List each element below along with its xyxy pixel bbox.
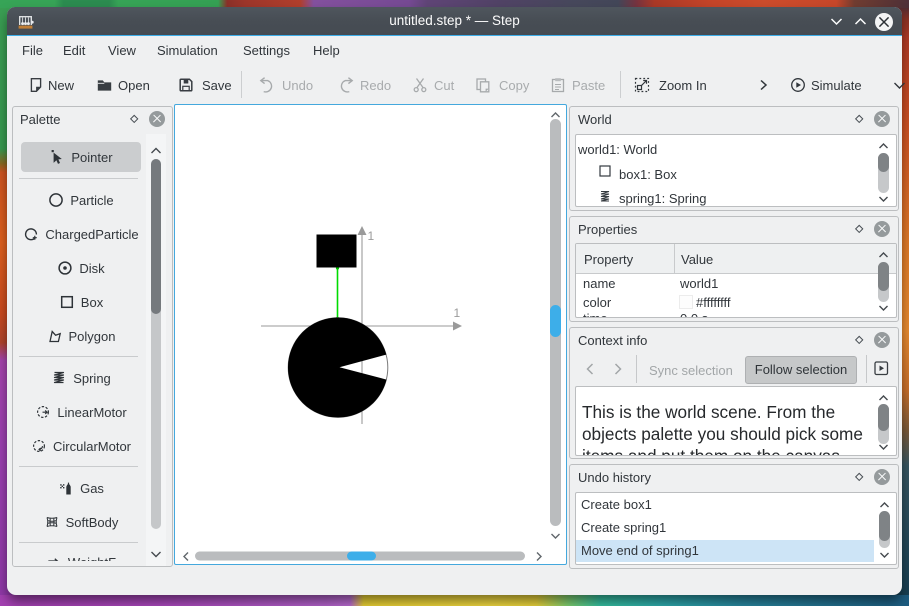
svg-text:1: 1 (368, 229, 375, 243)
svg-text:1: 1 (454, 306, 461, 320)
